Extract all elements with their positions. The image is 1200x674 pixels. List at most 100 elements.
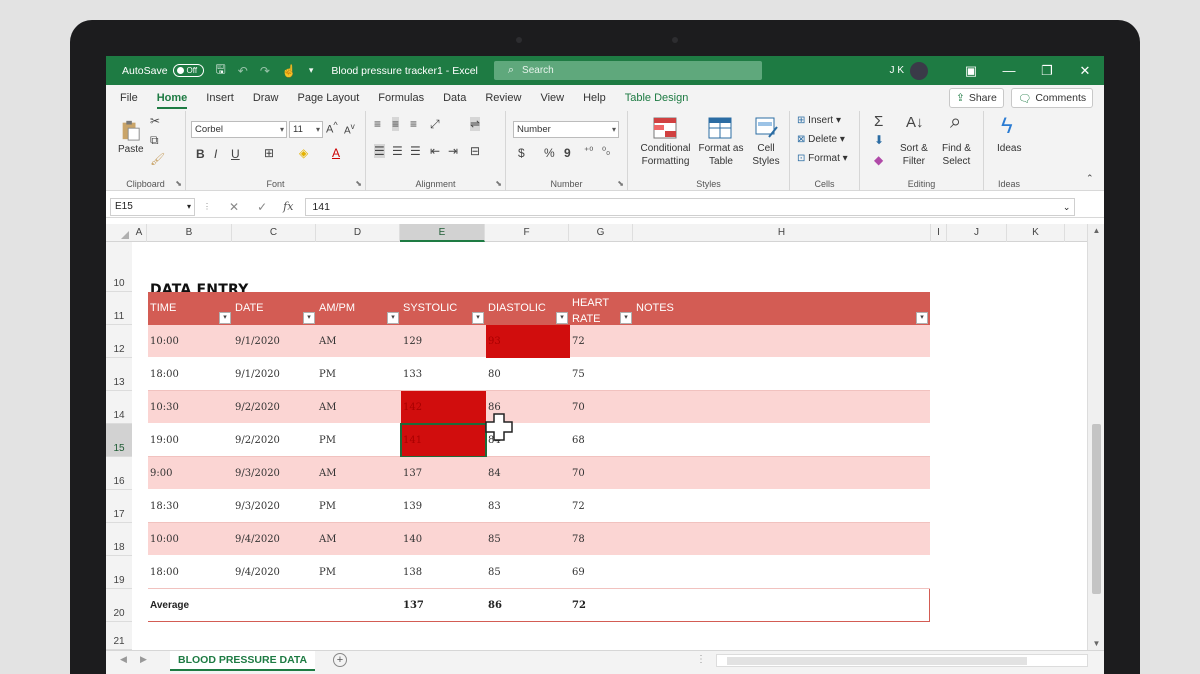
fill-icon[interactable]: ⬇ — [874, 133, 884, 147]
column-header[interactable]: I — [931, 224, 947, 242]
dialog-launcher-icon[interactable]: ⬊ — [617, 179, 624, 188]
tab-insert[interactable]: Insert — [206, 85, 234, 111]
cell-date[interactable]: 9/3/2020 — [233, 457, 317, 490]
autosum-button[interactable]: Σ — [874, 113, 883, 130]
scroll-down-icon[interactable]: ▼ — [1088, 639, 1104, 648]
scroll-thumb[interactable] — [1092, 424, 1101, 594]
ideas-icon[interactable]: ϟ — [1001, 113, 1013, 139]
cell-date[interactable]: 9/2/2020 — [233, 424, 317, 457]
cell-average-systolic[interactable]: 137 — [401, 589, 486, 622]
undo-icon[interactable]: ↶ — [238, 64, 248, 78]
filter-dropdown-icon[interactable]: ▾ — [472, 312, 484, 324]
find-select-button[interactable]: Find & Select — [942, 142, 971, 168]
cell-systolic[interactable]: 138 — [401, 556, 486, 589]
italic-button[interactable]: I — [214, 147, 217, 161]
ribbon-display-icon[interactable]: ▣ — [952, 63, 990, 79]
number-format-select[interactable]: Number ▾ — [513, 121, 619, 138]
row-header[interactable]: 19 — [106, 556, 132, 589]
filter-dropdown-icon[interactable]: ▾ — [556, 312, 568, 324]
cell-diastolic[interactable]: 80 — [486, 358, 570, 391]
cell-average-heart-rate[interactable]: 72 — [570, 589, 634, 622]
row-header[interactable]: 16 — [106, 457, 132, 490]
increase-decimal-icon[interactable]: ⁺⁰ — [584, 146, 593, 157]
cell-time[interactable]: 10:00 — [148, 523, 233, 556]
cell-ampm[interactable]: AM — [317, 391, 401, 424]
cell-systolic[interactable]: 142 — [401, 391, 486, 424]
row-header[interactable]: 14 — [106, 391, 132, 424]
column-header[interactable]: K — [1007, 224, 1065, 242]
worksheet[interactable]: DATA ENTRY TIME ▾ DATE ▾ AM/PM ▾ SYSTOLIC ▾ … — [132, 242, 1087, 668]
cell-time[interactable]: 10:00 — [148, 325, 233, 358]
prev-sheet-icon[interactable]: ◀ — [120, 654, 127, 665]
cell-heart-rate[interactable]: 78 — [570, 523, 634, 556]
cell-notes[interactable] — [634, 556, 930, 589]
cell-systolic[interactable]: 137 — [401, 457, 486, 490]
font-color-icon[interactable]: A — [332, 146, 340, 160]
cell-average-label[interactable]: Average — [148, 589, 233, 622]
align-center-icon[interactable]: ☰ — [392, 144, 403, 158]
header-notes[interactable]: NOTES ▾ — [634, 292, 930, 325]
ideas-button[interactable]: Ideas — [997, 143, 1021, 154]
cell-styles-button[interactable]: Cell Styles — [746, 142, 786, 168]
column-header[interactable]: G — [569, 224, 633, 242]
cell-diastolic[interactable]: 83 — [486, 490, 570, 523]
conditional-formatting-icon[interactable] — [653, 117, 677, 139]
align-left-icon[interactable]: ☰ — [374, 144, 385, 158]
column-header[interactable]: D — [316, 224, 400, 242]
select-all-button[interactable] — [106, 224, 132, 242]
grow-font-icon[interactable]: A^ — [326, 120, 338, 136]
cell-ampm[interactable]: AM — [317, 325, 401, 358]
cell-diastolic[interactable]: 93 — [486, 325, 570, 358]
cell-time[interactable]: 18:00 — [148, 556, 233, 589]
horizontal-scrollbar[interactable] — [716, 654, 1088, 667]
search-box[interactable]: ⌕ Search — [493, 61, 762, 80]
paste-icon[interactable] — [118, 119, 142, 141]
filter-dropdown-icon[interactable]: ▾ — [303, 312, 315, 324]
cell-heart-rate[interactable]: 75 — [570, 358, 634, 391]
decrease-decimal-icon[interactable]: ⁰₀ — [602, 146, 610, 157]
close-icon[interactable]: ✕ — [1066, 63, 1104, 79]
cut-icon[interactable]: ✂ — [150, 114, 160, 128]
delete-cells-button[interactable]: ⊠ Delete ▾ — [797, 134, 845, 145]
tab-formulas[interactable]: Formulas — [378, 85, 424, 111]
tab-review[interactable]: Review — [485, 85, 521, 111]
cell-date[interactable]: 9/2/2020 — [233, 391, 317, 424]
row-header[interactable]: 17 — [106, 490, 132, 523]
avatar[interactable] — [910, 61, 928, 80]
cell-time[interactable]: 10:30 — [148, 391, 233, 424]
sort-filter-icon[interactable]: A↓ — [906, 114, 924, 131]
filter-dropdown-icon[interactable]: ▾ — [387, 312, 399, 324]
format-cells-button[interactable]: ⊡ Format ▾ — [797, 153, 848, 164]
wrap-text-icon[interactable]: ⇌ — [470, 117, 481, 131]
dialog-launcher-icon[interactable]: ⬊ — [495, 179, 502, 188]
fill-color-icon[interactable]: ◈ — [299, 146, 308, 160]
tab-table-design[interactable]: Table Design — [625, 85, 689, 111]
row-header[interactable]: 10 — [106, 242, 132, 292]
format-as-table-icon[interactable] — [708, 117, 732, 139]
format-as-table-button[interactable]: Format as Table — [696, 142, 746, 168]
cell-notes[interactable] — [634, 523, 930, 556]
comments-button[interactable]: 🗨 Comments — [1011, 88, 1094, 108]
cell-notes[interactable] — [634, 490, 930, 523]
header-diastolic[interactable]: DIASTOLIC ▾ — [486, 292, 570, 325]
touch-mode-icon[interactable]: ☝ — [282, 64, 297, 78]
dialog-launcher-icon[interactable]: ⬊ — [355, 179, 362, 188]
header-systolic[interactable]: SYSTOLIC ▾ — [401, 292, 486, 325]
row-header[interactable]: 21 — [106, 622, 132, 650]
cell-heart-rate[interactable]: 68 — [570, 424, 634, 457]
scroll-up-icon[interactable]: ▲ — [1088, 226, 1104, 235]
conditional-formatting-button[interactable]: Conditional Formatting — [638, 142, 693, 168]
tab-help[interactable]: Help — [583, 85, 606, 111]
comma-style-button[interactable]: 9 — [564, 146, 571, 160]
clear-icon[interactable]: ◆ — [874, 153, 883, 167]
column-header[interactable]: A — [132, 224, 147, 242]
cell-systolic[interactable]: 140 — [401, 523, 486, 556]
cell-ampm[interactable]: AM — [317, 457, 401, 490]
cancel-icon[interactable]: ✕ — [229, 200, 239, 214]
cell-heart-rate[interactable]: 72 — [570, 325, 634, 358]
cell-notes[interactable] — [634, 424, 930, 457]
row-header[interactable]: 18 — [106, 523, 132, 556]
cell-systolic[interactable]: 129 — [401, 325, 486, 358]
cell-ampm[interactable]: PM — [317, 424, 401, 457]
tab-page-layout[interactable]: Page Layout — [297, 85, 359, 111]
